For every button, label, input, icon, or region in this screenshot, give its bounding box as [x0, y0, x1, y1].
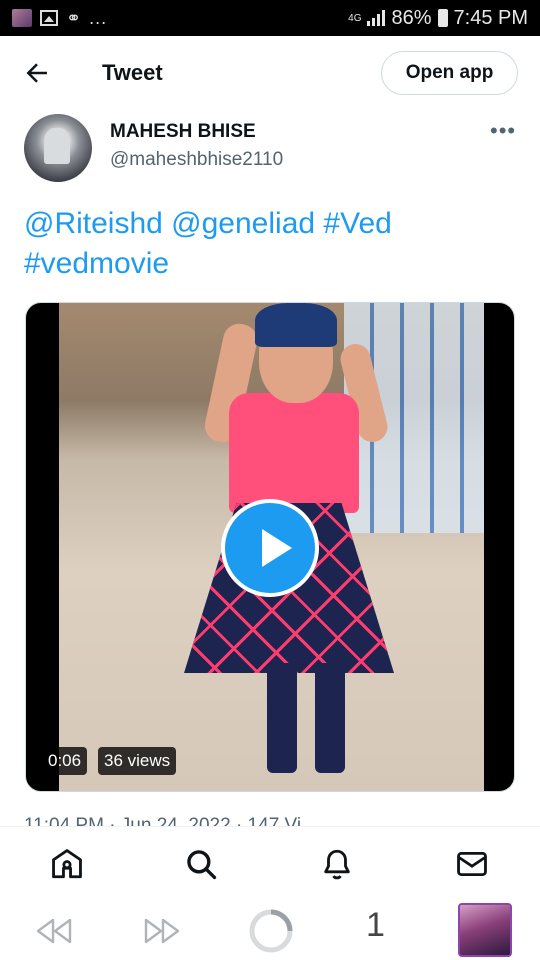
- tab-count[interactable]: 1: [366, 906, 385, 945]
- bell-icon[interactable]: [320, 847, 354, 881]
- video-player[interactable]: 0:06 36 views: [25, 302, 515, 792]
- tweet-header: Tweet Open app: [0, 36, 540, 110]
- thumbnail-figure: [255, 303, 337, 347]
- thumbnail-figure: [229, 393, 359, 513]
- mail-icon[interactable]: [455, 847, 489, 881]
- page-title: Tweet: [102, 60, 163, 85]
- video-view-count: 36 views: [98, 747, 177, 775]
- video-duration: 0:06: [42, 747, 88, 775]
- notification-icons: ⚭ ...: [12, 8, 107, 29]
- battery-percent: 86%: [391, 6, 432, 29]
- back-arrow-icon[interactable]: [22, 58, 52, 88]
- author-name[interactable]: MAHESH BHISE: [110, 121, 256, 143]
- image-icon: [40, 10, 58, 26]
- fast-forward-icon[interactable]: [142, 914, 182, 948]
- tweet-timestamp: 11:04 PM · Jun 24, 2022 · 147 Vi: [24, 815, 302, 826]
- open-app-button[interactable]: Open app: [381, 51, 518, 95]
- tab-preview-thumbnail[interactable]: [458, 903, 512, 957]
- bottom-navigation: [0, 826, 540, 901]
- signal-icon: [367, 10, 386, 26]
- loading-spinner-icon: [249, 909, 293, 953]
- author-avatar[interactable]: [24, 114, 92, 182]
- system-icons: 4G 86% 7:45 PM: [348, 7, 528, 30]
- battery-icon: [437, 9, 448, 27]
- search-icon[interactable]: [184, 847, 218, 881]
- app-thumbnail-icon: [12, 9, 32, 27]
- tweet-text-line[interactable]: #vedmovie: [24, 244, 504, 284]
- network-type: 4G: [348, 12, 362, 24]
- headphones-icon: ⚭: [66, 7, 82, 28]
- tweet-text-line[interactable]: @Riteishd @geneliad #Ved: [24, 204, 504, 244]
- rewind-icon[interactable]: [34, 914, 74, 948]
- thumbnail-figure: [267, 663, 347, 773]
- notification-overflow: ...: [89, 7, 108, 28]
- tweet-text: @Riteishd @geneliad #Ved #vedmovie: [24, 204, 504, 284]
- clock: 7:45 PM: [453, 6, 528, 29]
- more-options-icon[interactable]: •••: [490, 118, 516, 144]
- play-button-icon[interactable]: [221, 499, 319, 597]
- author-handle[interactable]: @maheshbhise2110: [110, 149, 283, 171]
- status-bar: ⚭ ... 4G 86% 7:45 PM: [0, 0, 540, 36]
- home-icon[interactable]: [50, 847, 84, 881]
